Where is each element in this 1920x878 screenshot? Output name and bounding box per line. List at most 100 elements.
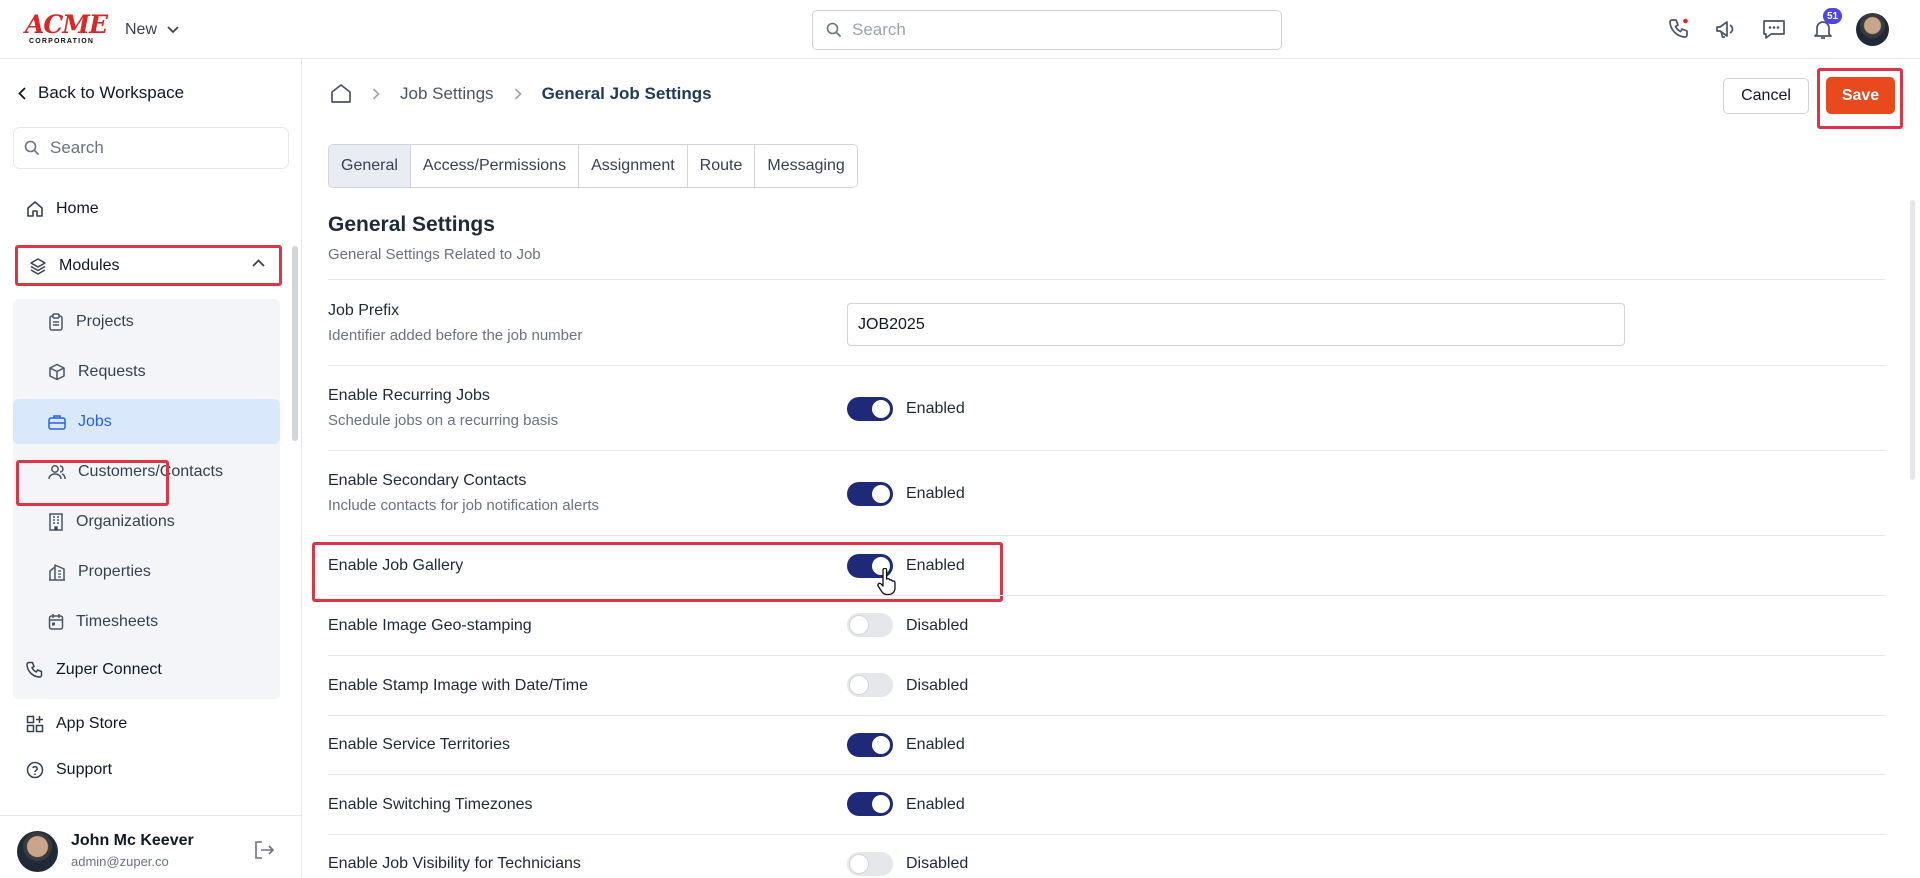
sidebar-item-timesheets[interactable]: Timesheets [13,599,280,644]
timesheets-label: Timesheets [76,612,159,630]
settings-tabs: General Access/Permissions Assignment Ro… [328,144,858,188]
section-subtitle: General Settings Related to Job [328,246,541,263]
user-profile: John Mc Keever admin@zuper.co [0,815,302,878]
megaphone-icon[interactable] [1711,14,1741,44]
tab-general[interactable]: General [329,145,411,187]
breadcrumb: Job Settings General Job Settings [330,83,712,104]
tab-access-permissions[interactable]: Access/Permissions [410,145,580,187]
sidebar-item-requests[interactable]: Requests [13,349,280,394]
back-label: Back to Workspace [38,83,185,102]
section-title: General Settings [328,213,495,236]
avatar[interactable] [17,831,58,872]
divider [328,834,1885,835]
switching-timezones-toggle[interactable] [847,792,893,816]
apps-grid-icon [26,715,44,733]
sidebar-item-app-store[interactable]: App Store [26,715,127,733]
search-icon [826,22,842,38]
notification-badge: 51 [1823,8,1842,24]
home-icon [26,200,44,218]
setting-label: Enable Stamp Image with Date/Time [328,677,588,694]
geo-stamping-toggle[interactable] [847,613,893,637]
divider [328,774,1885,775]
chat-icon[interactable] [1759,14,1789,44]
recurring-jobs-toggle[interactable] [847,397,893,421]
chevron-right-icon [372,87,380,100]
sidebar-scrollbar[interactable] [292,246,298,441]
sidebar-item-customers-contacts[interactable]: Customers/Contacts [13,449,280,494]
bell-icon[interactable]: 51 [1808,8,1842,44]
home-label: Home [56,200,99,217]
tab-messaging[interactable]: Messaging [755,145,857,187]
divider [328,595,1885,596]
acme-logo[interactable]: ACME CORPORATION [25,12,108,46]
sidebar-search-input[interactable] [50,138,270,158]
back-to-workspace-link[interactable]: Back to Workspace [18,83,184,103]
setting-label: Enable Recurring Jobs [328,387,490,404]
sidebar-item-zuper-connect[interactable]: Zuper Connect [26,661,162,679]
chevron-down-icon [167,26,179,34]
phone-call-icon[interactable] [1664,14,1694,44]
app-store-label: App Store [56,715,128,732]
breadcrumb-current: General Job Settings [541,83,712,103]
new-dropdown-button[interactable]: New [125,18,179,42]
setting-label: Enable Job Visibility for Technicians [328,855,581,872]
divider [328,655,1885,656]
toggle-state: Enabled [906,557,965,574]
properties-icon [48,563,66,581]
service-territories-toggle[interactable] [847,733,893,757]
sidebar-item-home[interactable]: Home [26,200,99,218]
help-circle-icon [26,761,44,779]
layers-icon [29,257,47,275]
clipboard-icon [48,312,64,331]
projects-label: Projects [76,312,134,330]
building-icon [48,512,64,531]
job-prefix-input[interactable] [847,303,1625,346]
setting-label: Enable Service Territories [328,736,511,753]
setting-label: Enable Switching Timezones [328,796,533,813]
toggle-state: Enabled [906,400,965,417]
breadcrumb-job-settings[interactable]: Job Settings [400,84,494,104]
users-icon [48,464,66,480]
stamp-datetime-toggle[interactable] [847,673,893,697]
calendar-icon [48,613,64,631]
sidebar-item-modules[interactable]: Modules [15,245,282,286]
sidebar-item-support[interactable]: Support [26,761,112,779]
sidebar-search[interactable] [13,127,289,169]
organizations-label: Organizations [76,512,175,530]
global-search-input[interactable] [852,20,1252,40]
phone-icon [26,661,44,679]
cancel-button[interactable]: Cancel [1723,78,1809,114]
chevron-right-icon [514,87,522,100]
home-icon[interactable] [330,83,352,104]
chevron-up-icon [252,259,265,267]
toggle-state: Enabled [906,485,965,502]
setting-label: Enable Secondary Contacts [328,472,527,489]
divider [328,279,1885,280]
user-name: John Mc Keever [71,832,194,849]
save-button[interactable]: Save [1826,77,1895,114]
logo-subtext: CORPORATION [29,38,95,45]
modules-submenu: Projects Requests Jobs Customers/Contact… [13,299,280,699]
sidebar-item-jobs[interactable]: Jobs [13,399,280,444]
sidebar-item-organizations[interactable]: Organizations [13,499,280,544]
main-scrollbar[interactable] [1910,200,1915,480]
logout-icon[interactable] [253,840,275,860]
job-gallery-toggle[interactable] [847,554,893,578]
tab-route[interactable]: Route [687,145,756,187]
top-bar: ACME CORPORATION New 51 [0,0,1920,59]
job-visibility-toggle[interactable] [847,852,893,876]
toggle-state: Enabled [906,796,965,813]
toggle-state: Disabled [906,677,969,694]
setting-label: Enable Job Gallery [328,557,464,574]
job-prefix-label: Job Prefix [328,302,400,319]
sidebar-item-properties[interactable]: Properties [13,549,280,594]
zuper-connect-label: Zuper Connect [56,661,162,678]
tab-assignment[interactable]: Assignment [579,145,688,187]
setting-desc: Schedule jobs on a recurring basis [328,412,559,429]
chevron-left-icon [18,86,26,100]
global-search[interactable] [812,10,1282,50]
secondary-contacts-toggle[interactable] [847,482,893,506]
toggle-state: Enabled [906,736,965,753]
user-avatar[interactable] [1856,13,1889,46]
sidebar-item-projects[interactable]: Projects [13,299,280,344]
